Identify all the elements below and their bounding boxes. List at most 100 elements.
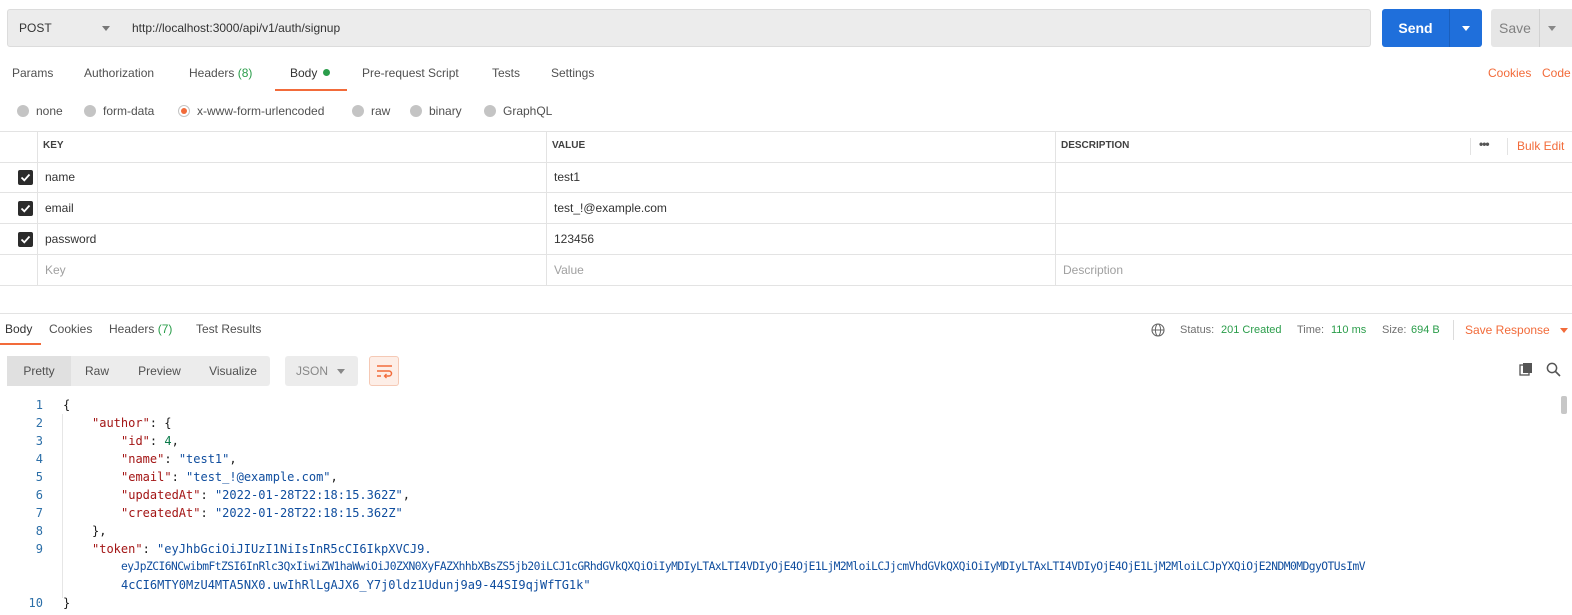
- tab-params[interactable]: Params: [12, 66, 53, 84]
- brace: }: [63, 596, 71, 610]
- send-options-button[interactable]: [1450, 9, 1482, 47]
- active-tab-indicator: [275, 89, 347, 91]
- format-select[interactable]: JSON: [285, 356, 358, 386]
- active-tab-indicator: [0, 343, 41, 345]
- code-line: "id": 4,: [121, 434, 179, 448]
- tab-authorization[interactable]: Authorization: [84, 66, 154, 84]
- tab-headers[interactable]: Headers (8): [189, 66, 252, 84]
- table-border: [0, 254, 1572, 255]
- chevron-down-icon: [1560, 328, 1569, 333]
- method-label: POST: [19, 21, 52, 35]
- json-key: "createdAt": [121, 506, 201, 520]
- response-tab-test-results[interactable]: Test Results: [196, 322, 261, 336]
- code-line: "token": "eyJhbGciOiJIUzI1NiIsInR5cCI6Ik…: [92, 542, 432, 556]
- json-key: "updatedAt": [121, 488, 201, 502]
- view-mode-group: Pretty Raw Preview Visualize: [7, 356, 270, 386]
- key-placeholder-input[interactable]: Key: [45, 263, 66, 277]
- radio-binary[interactable]: binary: [410, 102, 462, 120]
- radio-none[interactable]: none: [17, 102, 63, 120]
- view-raw-label: Raw: [84, 364, 109, 378]
- size-label: Size:: [1382, 324, 1407, 336]
- copy-icon[interactable]: [1519, 362, 1534, 377]
- radio-icon: [352, 105, 364, 117]
- row-key[interactable]: name: [45, 170, 75, 184]
- radio-urlencoded[interactable]: x-www-form-urlencoded: [178, 102, 324, 120]
- radio-icon: [17, 105, 29, 117]
- radio-graphql-label: GraphQL: [503, 104, 553, 118]
- search-icon[interactable]: [1546, 362, 1561, 377]
- tab-settings[interactable]: Settings: [551, 66, 594, 84]
- tab-body[interactable]: Body: [290, 66, 331, 84]
- column-divider: [1507, 138, 1508, 155]
- save-label: Save: [1499, 20, 1531, 36]
- response-tab-cookies[interactable]: Cookies: [49, 322, 92, 336]
- json-string: "2022-01-28T22:18:15.362Z": [214, 488, 403, 502]
- indent-guide: [62, 414, 63, 598]
- time-value: 110 ms: [1331, 324, 1367, 336]
- view-visualize-button[interactable]: Visualize: [196, 356, 270, 386]
- save-button[interactable]: Save: [1491, 9, 1572, 47]
- row-value[interactable]: 123456: [554, 232, 594, 246]
- radio-form-data-label: form-data: [103, 104, 155, 118]
- code-line: "email": "test_!@example.com",: [121, 470, 338, 484]
- value-placeholder-input[interactable]: Value: [554, 263, 584, 277]
- view-raw-button[interactable]: Raw: [71, 356, 123, 386]
- table-border: [0, 162, 1572, 163]
- url-input[interactable]: http://localhost:3000/api/v1/auth/signup: [122, 9, 1371, 47]
- time-label: Time:: [1297, 324, 1325, 336]
- code-line: },: [92, 524, 106, 538]
- line-number: 9: [35, 542, 43, 556]
- modified-dot-icon: [323, 69, 331, 76]
- line-number: 10: [28, 596, 43, 610]
- column-divider: [1470, 138, 1471, 155]
- row-checkbox[interactable]: [18, 232, 33, 247]
- cookies-link[interactable]: Cookies: [1488, 66, 1531, 84]
- view-preview-button[interactable]: Preview: [123, 356, 196, 386]
- chevron-down-icon[interactable]: [1548, 26, 1556, 31]
- method-select[interactable]: POST: [7, 9, 123, 47]
- row-checkbox[interactable]: [18, 170, 33, 185]
- response-tab-body[interactable]: Body: [5, 322, 32, 336]
- status-label: Status:: [1180, 324, 1215, 336]
- wrap-lines-button[interactable]: [369, 356, 399, 386]
- response-headers-count: (7): [157, 322, 173, 336]
- description-placeholder-input[interactable]: Description: [1063, 263, 1123, 277]
- json-string: "eyJhbGciOiJIUzI1NiIsInR5cCI6IkpXVCJ9.: [157, 542, 432, 556]
- radio-graphql[interactable]: GraphQL: [484, 102, 552, 120]
- line-number: 2: [35, 416, 43, 430]
- view-pretty-button[interactable]: Pretty: [7, 356, 71, 386]
- row-value[interactable]: test1: [554, 170, 580, 184]
- checkmark-icon: [20, 204, 31, 213]
- row-value[interactable]: test_!@example.com: [554, 201, 667, 215]
- radio-form-data[interactable]: form-data: [84, 102, 154, 120]
- line-number: 7: [35, 506, 43, 520]
- save-response-label: Save Response: [1465, 323, 1550, 337]
- bulk-edit-link[interactable]: Bulk Edit: [1517, 139, 1564, 153]
- json-string: "test_!@example.com": [186, 470, 331, 484]
- row-key[interactable]: password: [45, 232, 96, 246]
- meta-divider: [1453, 320, 1454, 340]
- response-tab-headers[interactable]: Headers (7): [109, 322, 172, 336]
- column-divider: [1055, 131, 1056, 285]
- radio-raw-label: raw: [371, 104, 391, 118]
- row-checkbox[interactable]: [18, 201, 33, 216]
- tab-tests[interactable]: Tests: [492, 66, 520, 84]
- code-link[interactable]: Code: [1542, 66, 1571, 84]
- json-key: "name": [121, 452, 165, 466]
- radio-selected-icon: [178, 105, 190, 117]
- line-number: 5: [35, 470, 43, 484]
- tab-pre-request-script[interactable]: Pre-request Script: [362, 66, 459, 84]
- tab-body-label: Body: [290, 66, 318, 80]
- save-response-button[interactable]: Save Response: [1465, 323, 1569, 337]
- row-key[interactable]: email: [45, 201, 74, 215]
- send-button[interactable]: Send: [1382, 9, 1482, 47]
- code-line: "name": "test1",: [121, 452, 237, 466]
- table-border: [0, 192, 1572, 193]
- radio-raw[interactable]: raw: [352, 102, 390, 120]
- scrollbar[interactable]: [1561, 396, 1567, 414]
- radio-icon: [484, 105, 496, 117]
- table-border: [0, 131, 1572, 132]
- chevron-down-icon: [1462, 25, 1470, 31]
- more-options-icon[interactable]: •••: [1479, 137, 1490, 151]
- globe-icon[interactable]: [1151, 323, 1165, 337]
